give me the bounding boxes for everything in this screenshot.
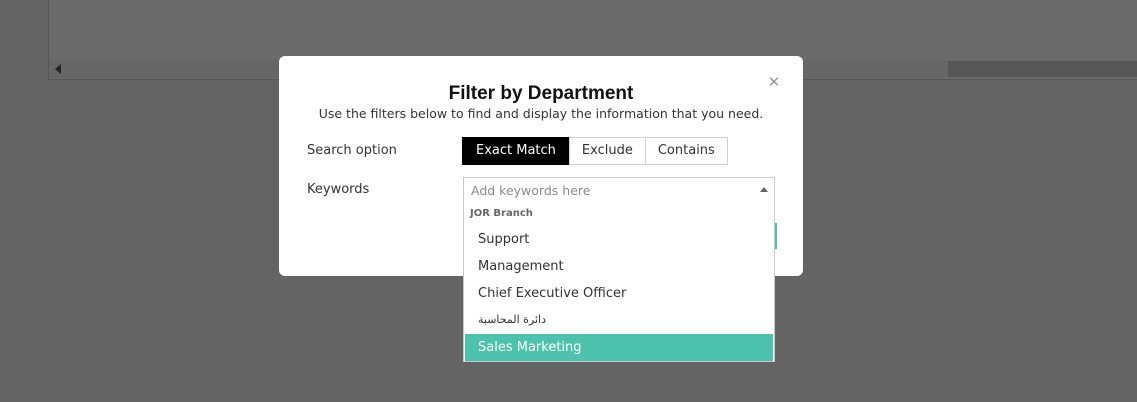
modal-title: Filter by Department (448, 83, 634, 104)
keywords-input[interactable] (471, 178, 751, 202)
search-option-label: Search option (307, 143, 397, 158)
dropdown-option-highlighted[interactable]: Sales Marketing (465, 334, 773, 361)
dropdown-option[interactable]: دائرة المحاسبة (465, 306, 773, 333)
dropdown-option[interactable]: Chief Executive Officer (465, 280, 773, 307)
dropdown-option[interactable]: Management (465, 253, 773, 280)
scroll-left-arrow-icon[interactable] (55, 64, 61, 74)
contains-button[interactable]: Contains (644, 137, 728, 165)
dropdown-option[interactable]: Support (465, 226, 773, 253)
modal-subtitle: Use the filters below to find and displa… (318, 106, 764, 121)
hidden-apply-button-edge (775, 223, 777, 249)
caret-up-icon[interactable] (760, 187, 768, 192)
keywords-dropdown: JOR Branch Support Management Chief Exec… (463, 202, 775, 362)
exact-match-button[interactable]: Exact Match (462, 137, 570, 165)
search-option-toggle-group: Exact Match Exclude Contains (462, 137, 728, 165)
keywords-label: Keywords (307, 182, 370, 197)
scrollbar-thumb[interactable] (948, 61, 1137, 77)
keywords-select[interactable] (463, 177, 775, 203)
exclude-button[interactable]: Exclude (568, 137, 646, 165)
dropdown-group-header: JOR Branch (470, 208, 533, 219)
